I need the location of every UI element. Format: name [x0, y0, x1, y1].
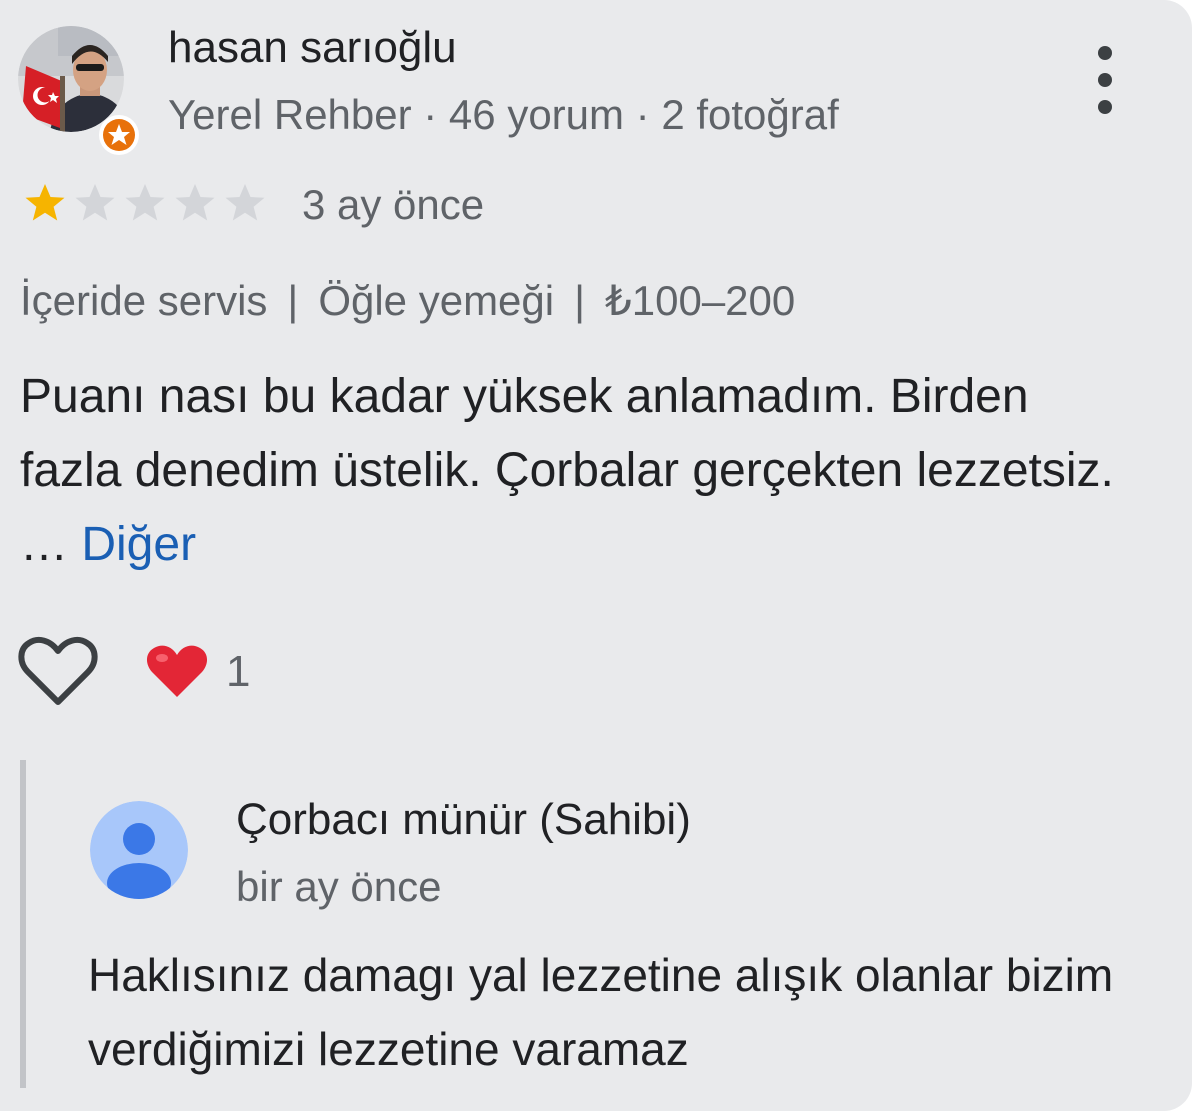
- review-card: hasan sarıoğlu Yerel Rehber · 46 yorum ·…: [0, 0, 1192, 1111]
- red-heart-icon: [146, 645, 208, 697]
- review-time: 3 ay önce: [302, 181, 485, 228]
- owner-name[interactable]: Çorbacı münür (Sahibi): [236, 792, 691, 848]
- tag-price: ₺100–200: [605, 277, 796, 324]
- author-avatar[interactable]: [18, 26, 139, 155]
- review-tags: İçeride servis | Öğle yemeği | ₺100–200: [20, 274, 795, 328]
- more-options-button[interactable]: [1082, 42, 1128, 118]
- tag-meal: Öğle yemeği: [318, 277, 555, 324]
- owner-reply-text: Haklısınız damagı yal lezzetine alışık o…: [88, 949, 1114, 1075]
- heart-outline-icon[interactable]: [18, 636, 98, 708]
- star-empty-icon: [175, 184, 215, 221]
- local-guide-badge-icon: [99, 115, 139, 155]
- tag-service: İçeride servis: [20, 277, 268, 324]
- owner-reply-time: bir ay önce: [236, 863, 442, 910]
- star-filled-icon: [25, 184, 65, 221]
- star-empty-icon: [225, 184, 265, 221]
- reply-divider: [20, 760, 26, 1088]
- read-more-link[interactable]: Diğer: [81, 518, 196, 571]
- tag-separator: |: [287, 277, 299, 324]
- author-meta: Yerel Rehber · 46 yorum · 2 fotoğraf: [168, 91, 839, 138]
- reaction-count: 1: [226, 647, 251, 696]
- review-text: Puanı nası bu kadar yüksek anlamadım. Bi…: [20, 360, 1120, 582]
- author-name[interactable]: hasan sarıoğlu: [168, 20, 457, 76]
- star-empty-icon: [125, 184, 165, 221]
- reaction-summary[interactable]: 1: [146, 642, 250, 702]
- owner-avatar-icon[interactable]: [90, 801, 188, 899]
- tag-separator: |: [574, 277, 586, 324]
- star-empty-icon: [75, 184, 115, 221]
- more-vertical-icon: [1098, 46, 1112, 60]
- star-rating: [20, 178, 270, 228]
